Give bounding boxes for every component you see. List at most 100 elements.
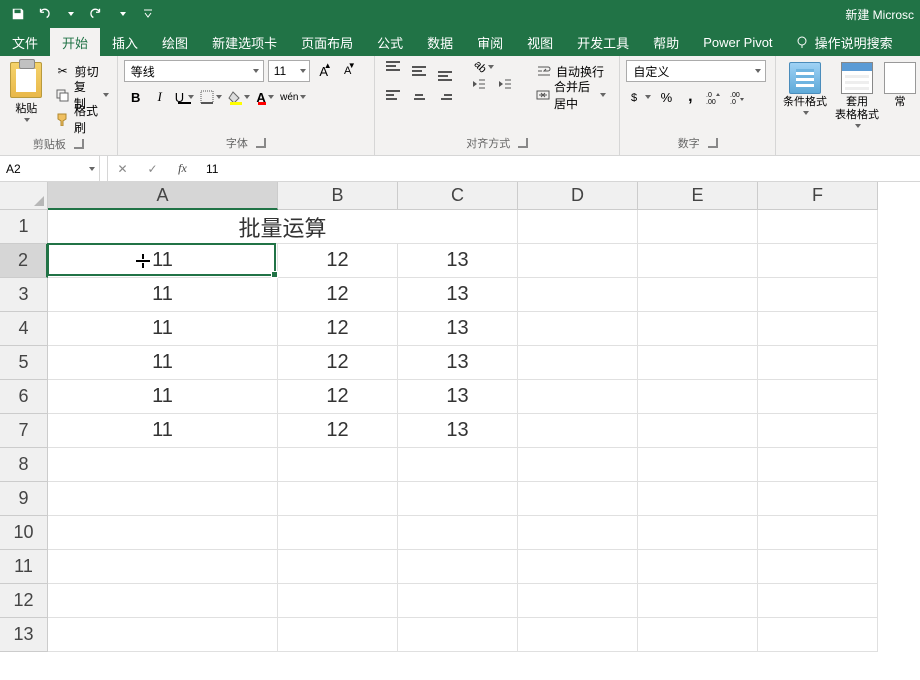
cell-A4[interactable]: 11 xyxy=(48,312,278,346)
row-header-5[interactable]: 5 xyxy=(0,346,48,380)
cell-D8[interactable] xyxy=(518,448,638,482)
cell-C8[interactable] xyxy=(398,448,518,482)
cell-B12[interactable] xyxy=(278,584,398,618)
cell-A12[interactable] xyxy=(48,584,278,618)
cell-E7[interactable] xyxy=(638,414,758,448)
tab-review[interactable]: 审阅 xyxy=(465,28,515,56)
row-header-2[interactable]: 2 xyxy=(0,244,48,278)
cell-A10[interactable] xyxy=(48,516,278,550)
cell-C7[interactable]: 13 xyxy=(398,414,518,448)
row-header-7[interactable]: 7 xyxy=(0,414,48,448)
cells-area[interactable]: 批量运算111213111213111213111213111213111213 xyxy=(48,210,920,680)
cell-C2[interactable]: 13 xyxy=(398,244,518,278)
cell-C9[interactable] xyxy=(398,482,518,516)
cell-D1[interactable] xyxy=(518,210,638,244)
row-header-11[interactable]: 11 xyxy=(0,550,48,584)
cell-B7[interactable]: 12 xyxy=(278,414,398,448)
row-header-10[interactable]: 10 xyxy=(0,516,48,550)
dialog-launcher-icon[interactable] xyxy=(518,138,528,148)
percent-button[interactable]: % xyxy=(654,86,678,108)
align-center-button[interactable] xyxy=(407,84,431,106)
redo-dropdown[interactable] xyxy=(110,2,134,26)
qat-customize[interactable] xyxy=(136,2,160,26)
row-header-4[interactable]: 4 xyxy=(0,312,48,346)
cell-E8[interactable] xyxy=(638,448,758,482)
cell-F3[interactable] xyxy=(758,278,878,312)
cell-C12[interactable] xyxy=(398,584,518,618)
align-top-button[interactable] xyxy=(381,60,405,82)
increase-indent-button[interactable] xyxy=(493,76,517,92)
insert-function-button[interactable]: fx xyxy=(168,156,198,181)
tab-file[interactable]: 文件 xyxy=(0,28,50,56)
cell-B2[interactable]: 12 xyxy=(278,244,398,278)
tab-data[interactable]: 数据 xyxy=(415,28,465,56)
tab-powerpivot[interactable]: Power Pivot xyxy=(691,28,784,56)
cell-B11[interactable] xyxy=(278,550,398,584)
decrease-decimal-button[interactable]: .00.0 xyxy=(726,86,750,108)
cancel-edit-button[interactable]: ✕ xyxy=(108,156,138,181)
row-header-6[interactable]: 6 xyxy=(0,380,48,414)
cell-E2[interactable] xyxy=(638,244,758,278)
cell-A7[interactable]: 11 xyxy=(48,414,278,448)
cell-merged-title[interactable]: 批量运算 xyxy=(48,210,518,244)
conditional-format-button[interactable]: 条件格式 xyxy=(782,60,828,130)
cell-F9[interactable] xyxy=(758,482,878,516)
undo-button[interactable] xyxy=(32,2,56,26)
decrease-font-button[interactable]: A▼ xyxy=(338,60,358,82)
column-header-B[interactable]: B xyxy=(278,182,398,210)
cell-A3[interactable]: 11 xyxy=(48,278,278,312)
column-header-F[interactable]: F xyxy=(758,182,878,210)
tab-layout[interactable]: 页面布局 xyxy=(289,28,365,56)
tab-insert[interactable]: 插入 xyxy=(100,28,150,56)
orientation-button[interactable]: ab xyxy=(467,60,501,74)
cell-F7[interactable] xyxy=(758,414,878,448)
italic-button[interactable]: I xyxy=(148,86,172,108)
formula-input[interactable]: 11 xyxy=(198,156,920,181)
cell-F8[interactable] xyxy=(758,448,878,482)
font-color-button[interactable]: A xyxy=(253,86,277,108)
cell-B3[interactable]: 12 xyxy=(278,278,398,312)
cell-C13[interactable] xyxy=(398,618,518,652)
cell-F11[interactable] xyxy=(758,550,878,584)
save-button[interactable] xyxy=(6,2,30,26)
font-size-combo[interactable]: 11 xyxy=(268,60,310,82)
cell-F12[interactable] xyxy=(758,584,878,618)
tab-newtab[interactable]: 新建选项卡 xyxy=(200,28,289,56)
row-header-8[interactable]: 8 xyxy=(0,448,48,482)
cell-E13[interactable] xyxy=(638,618,758,652)
tab-home[interactable]: 开始 xyxy=(50,28,100,56)
cell-E6[interactable] xyxy=(638,380,758,414)
number-format-combo[interactable]: 自定义 xyxy=(626,60,766,82)
cell-F10[interactable] xyxy=(758,516,878,550)
cell-E12[interactable] xyxy=(638,584,758,618)
cell-E1[interactable] xyxy=(638,210,758,244)
cell-F5[interactable] xyxy=(758,346,878,380)
row-header-13[interactable]: 13 xyxy=(0,618,48,652)
cell-B10[interactable] xyxy=(278,516,398,550)
row-header-9[interactable]: 9 xyxy=(0,482,48,516)
cell-D13[interactable] xyxy=(518,618,638,652)
confirm-edit-button[interactable]: ✓ xyxy=(138,156,168,181)
cell-E9[interactable] xyxy=(638,482,758,516)
column-header-E[interactable]: E xyxy=(638,182,758,210)
cell-D7[interactable] xyxy=(518,414,638,448)
dialog-launcher-icon[interactable] xyxy=(256,138,266,148)
name-box[interactable]: A2 xyxy=(0,156,100,181)
tab-help[interactable]: 帮助 xyxy=(641,28,691,56)
border-button[interactable] xyxy=(197,86,225,108)
cell-C3[interactable]: 13 xyxy=(398,278,518,312)
align-left-button[interactable] xyxy=(381,84,405,106)
decrease-indent-button[interactable] xyxy=(467,76,491,92)
select-all-corner[interactable] xyxy=(0,182,48,210)
cell-F6[interactable] xyxy=(758,380,878,414)
table-format-button[interactable]: 套用 表格格式 xyxy=(834,60,880,130)
format-painter-button[interactable]: 格式刷 xyxy=(53,108,111,130)
cell-B6[interactable]: 12 xyxy=(278,380,398,414)
underline-button[interactable]: U xyxy=(172,86,197,108)
cell-A5[interactable]: 11 xyxy=(48,346,278,380)
increase-decimal-button[interactable]: .0.00 xyxy=(702,86,726,108)
column-header-A[interactable]: A xyxy=(48,182,278,210)
tab-draw[interactable]: 绘图 xyxy=(150,28,200,56)
tab-developer[interactable]: 开发工具 xyxy=(565,28,641,56)
paste-button[interactable]: 粘贴 xyxy=(6,60,47,130)
